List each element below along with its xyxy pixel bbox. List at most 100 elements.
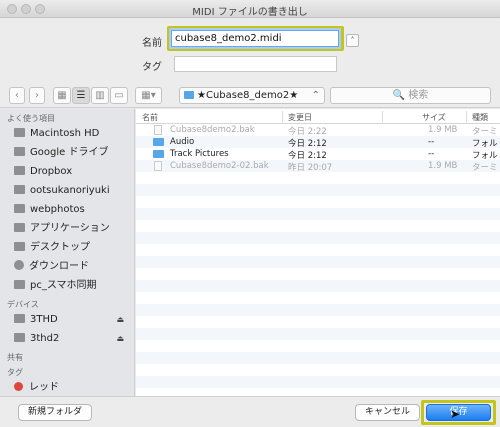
empty-row <box>136 208 500 220</box>
sidebar-item-tag-red[interactable]: レッド <box>0 378 134 396</box>
column-header-row: 名前 変更日 サイズ 種類 <box>136 109 500 124</box>
updown-chevron-icon: ⌃ <box>311 90 320 101</box>
file-name: Audio <box>170 137 195 147</box>
folder-icon <box>14 147 25 156</box>
sidebar-item-dropbox[interactable]: Dropbox <box>0 162 134 181</box>
tag-label: タグ <box>142 62 162 73</box>
sidebar-item-home[interactable]: ootsukanoriyuki <box>0 181 134 200</box>
location-popup[interactable]: ★Cubase8_demo2★ ⌃ <box>179 87 325 104</box>
empty-row <box>136 328 500 340</box>
sidebar-item-label: 3thd2 <box>30 333 60 344</box>
column-divider[interactable] <box>282 111 283 122</box>
cover-flow-icon: ▭ <box>114 90 124 101</box>
empty-row <box>136 220 500 232</box>
empty-row <box>136 364 500 376</box>
bottom-bar: 新規フォルダ キャンセル 保存 ➤ <box>0 396 500 427</box>
column-view-button[interactable]: ▥ <box>91 87 109 104</box>
forward-button[interactable]: › <box>29 87 45 104</box>
new-folder-button[interactable]: 新規フォルダ <box>18 404 92 421</box>
sidebar-item-downloads[interactable]: ダウンロード <box>0 257 134 276</box>
column-header-name[interactable]: 名前 <box>142 112 158 123</box>
sidebar-header-tags: タグ <box>7 368 23 377</box>
applications-icon <box>14 223 25 232</box>
list-icon: ☰ <box>76 90 86 101</box>
external-drive-icon <box>14 333 25 342</box>
cancel-button[interactable]: キャンセル <box>355 404 420 421</box>
sidebar-item-3thd2[interactable]: 3thd2 ⏏ <box>0 329 134 348</box>
cover-flow-button[interactable]: ▭ <box>110 87 128 104</box>
eject-icon[interactable]: ⏏ <box>116 329 124 348</box>
sidebar-item-google-drive[interactable]: Google ドライブ <box>0 143 134 162</box>
sidebar-item-pc-sync[interactable]: pc_スマホ同期 <box>0 276 134 295</box>
column-divider[interactable] <box>466 111 467 122</box>
column-header-size[interactable]: サイズ <box>422 112 446 123</box>
empty-row <box>136 280 500 292</box>
document-icon <box>154 125 162 135</box>
folder-icon <box>184 91 194 99</box>
sidebar-item-webphotos[interactable]: webphotos <box>0 200 134 219</box>
column-header-kind[interactable]: 種類 <box>472 112 488 123</box>
hard-drive-icon <box>14 128 25 137</box>
eject-icon[interactable]: ⏏ <box>116 310 124 329</box>
tag-input[interactable] <box>174 56 337 72</box>
chevron-up-icon: ˄ <box>350 36 355 45</box>
mouse-cursor-icon: ➤ <box>450 407 461 421</box>
sidebar: よく使う項目 Macintosh HD Google ドライブ Dropbox … <box>0 109 135 396</box>
sidebar-item-label: デスクトップ <box>30 242 90 253</box>
desktop-icon <box>14 242 25 251</box>
file-name: Track Pictures <box>170 149 229 159</box>
sidebar-item-3thd[interactable]: 3THD ⏏ <box>0 310 134 329</box>
column-divider[interactable] <box>382 111 383 122</box>
save-options-area: 名前 ˄ タグ <box>0 18 500 78</box>
file-list: 名前 変更日 サイズ 種類 Cubase8demo2.bak 今日 2:22 1.9… <box>136 109 500 396</box>
file-row[interactable]: Cubase8demo2-02.bak 昨日 20:07 1.9 MB ターミ <box>136 160 500 173</box>
sidebar-item-macintosh-hd[interactable]: Macintosh HD <box>0 124 134 143</box>
file-row[interactable]: Track Pictures 今日 2:12 -- フォル <box>136 148 500 161</box>
folder-icon <box>153 150 164 158</box>
sidebar-item-label: pc_スマホ同期 <box>30 280 97 291</box>
file-name: Cubase8demo2-02.bak <box>170 161 269 171</box>
sidebar-item-applications[interactable]: アプリケーション <box>0 219 134 238</box>
empty-row <box>136 304 500 316</box>
file-size: -- <box>428 149 435 159</box>
expand-dialog-button[interactable]: ˄ <box>346 34 359 47</box>
empty-row <box>136 268 500 280</box>
icon-view-button[interactable]: ▦ <box>53 87 71 104</box>
arrange-button[interactable]: ▦▾ <box>135 87 162 104</box>
empty-row <box>136 352 500 364</box>
external-drive-icon <box>14 314 25 323</box>
sidebar-header-devices: デバイス <box>7 300 39 309</box>
empty-row <box>136 376 500 388</box>
file-name-input[interactable] <box>171 30 339 47</box>
dropbox-icon <box>14 166 25 175</box>
toolbar: ‹ › ▦ ☰ ▥ ▭ ▦▾ ★Cubase8_demo2★ ⌃ 🔍 検索 <box>0 78 500 108</box>
file-row[interactable]: Cubase8demo2.bak 今日 2:22 1.9 MB ターミ <box>136 124 500 137</box>
empty-row <box>136 244 500 256</box>
sidebar-item-label: Dropbox <box>30 166 73 177</box>
folder-icon <box>14 280 25 289</box>
search-field[interactable]: 🔍 検索 <box>330 87 491 104</box>
column-header-modified[interactable]: 変更日 <box>288 112 312 123</box>
empty-row <box>136 340 500 352</box>
empty-row <box>136 316 500 328</box>
file-size: -- <box>428 137 435 147</box>
empty-row <box>136 196 500 208</box>
sidebar-item-desktop[interactable]: デスクトップ <box>0 238 134 257</box>
chevron-right-icon: › <box>35 90 39 101</box>
sidebar-item-label: ootsukanoriyuki <box>30 185 110 196</box>
back-button[interactable]: ‹ <box>9 87 25 104</box>
sidebar-header-favorites: よく使う項目 <box>7 114 55 123</box>
empty-row <box>136 184 500 196</box>
chevron-left-icon: ‹ <box>15 90 19 101</box>
sidebar-item-label: レッド <box>29 382 59 393</box>
columns-icon: ▥ <box>95 90 105 101</box>
file-row[interactable]: Audio 今日 2:12 -- フォル <box>136 136 500 149</box>
list-view-button[interactable]: ☰ <box>72 87 90 104</box>
empty-row <box>136 292 500 304</box>
download-icon <box>14 260 24 270</box>
file-size: 1.9 MB <box>428 125 458 135</box>
document-icon <box>154 161 162 171</box>
empty-row <box>136 256 500 268</box>
file-rows: Cubase8demo2.bak 今日 2:22 1.9 MB ターミ Audio 今日 … <box>136 124 500 396</box>
location-label: ★Cubase8_demo2★ <box>197 90 299 101</box>
